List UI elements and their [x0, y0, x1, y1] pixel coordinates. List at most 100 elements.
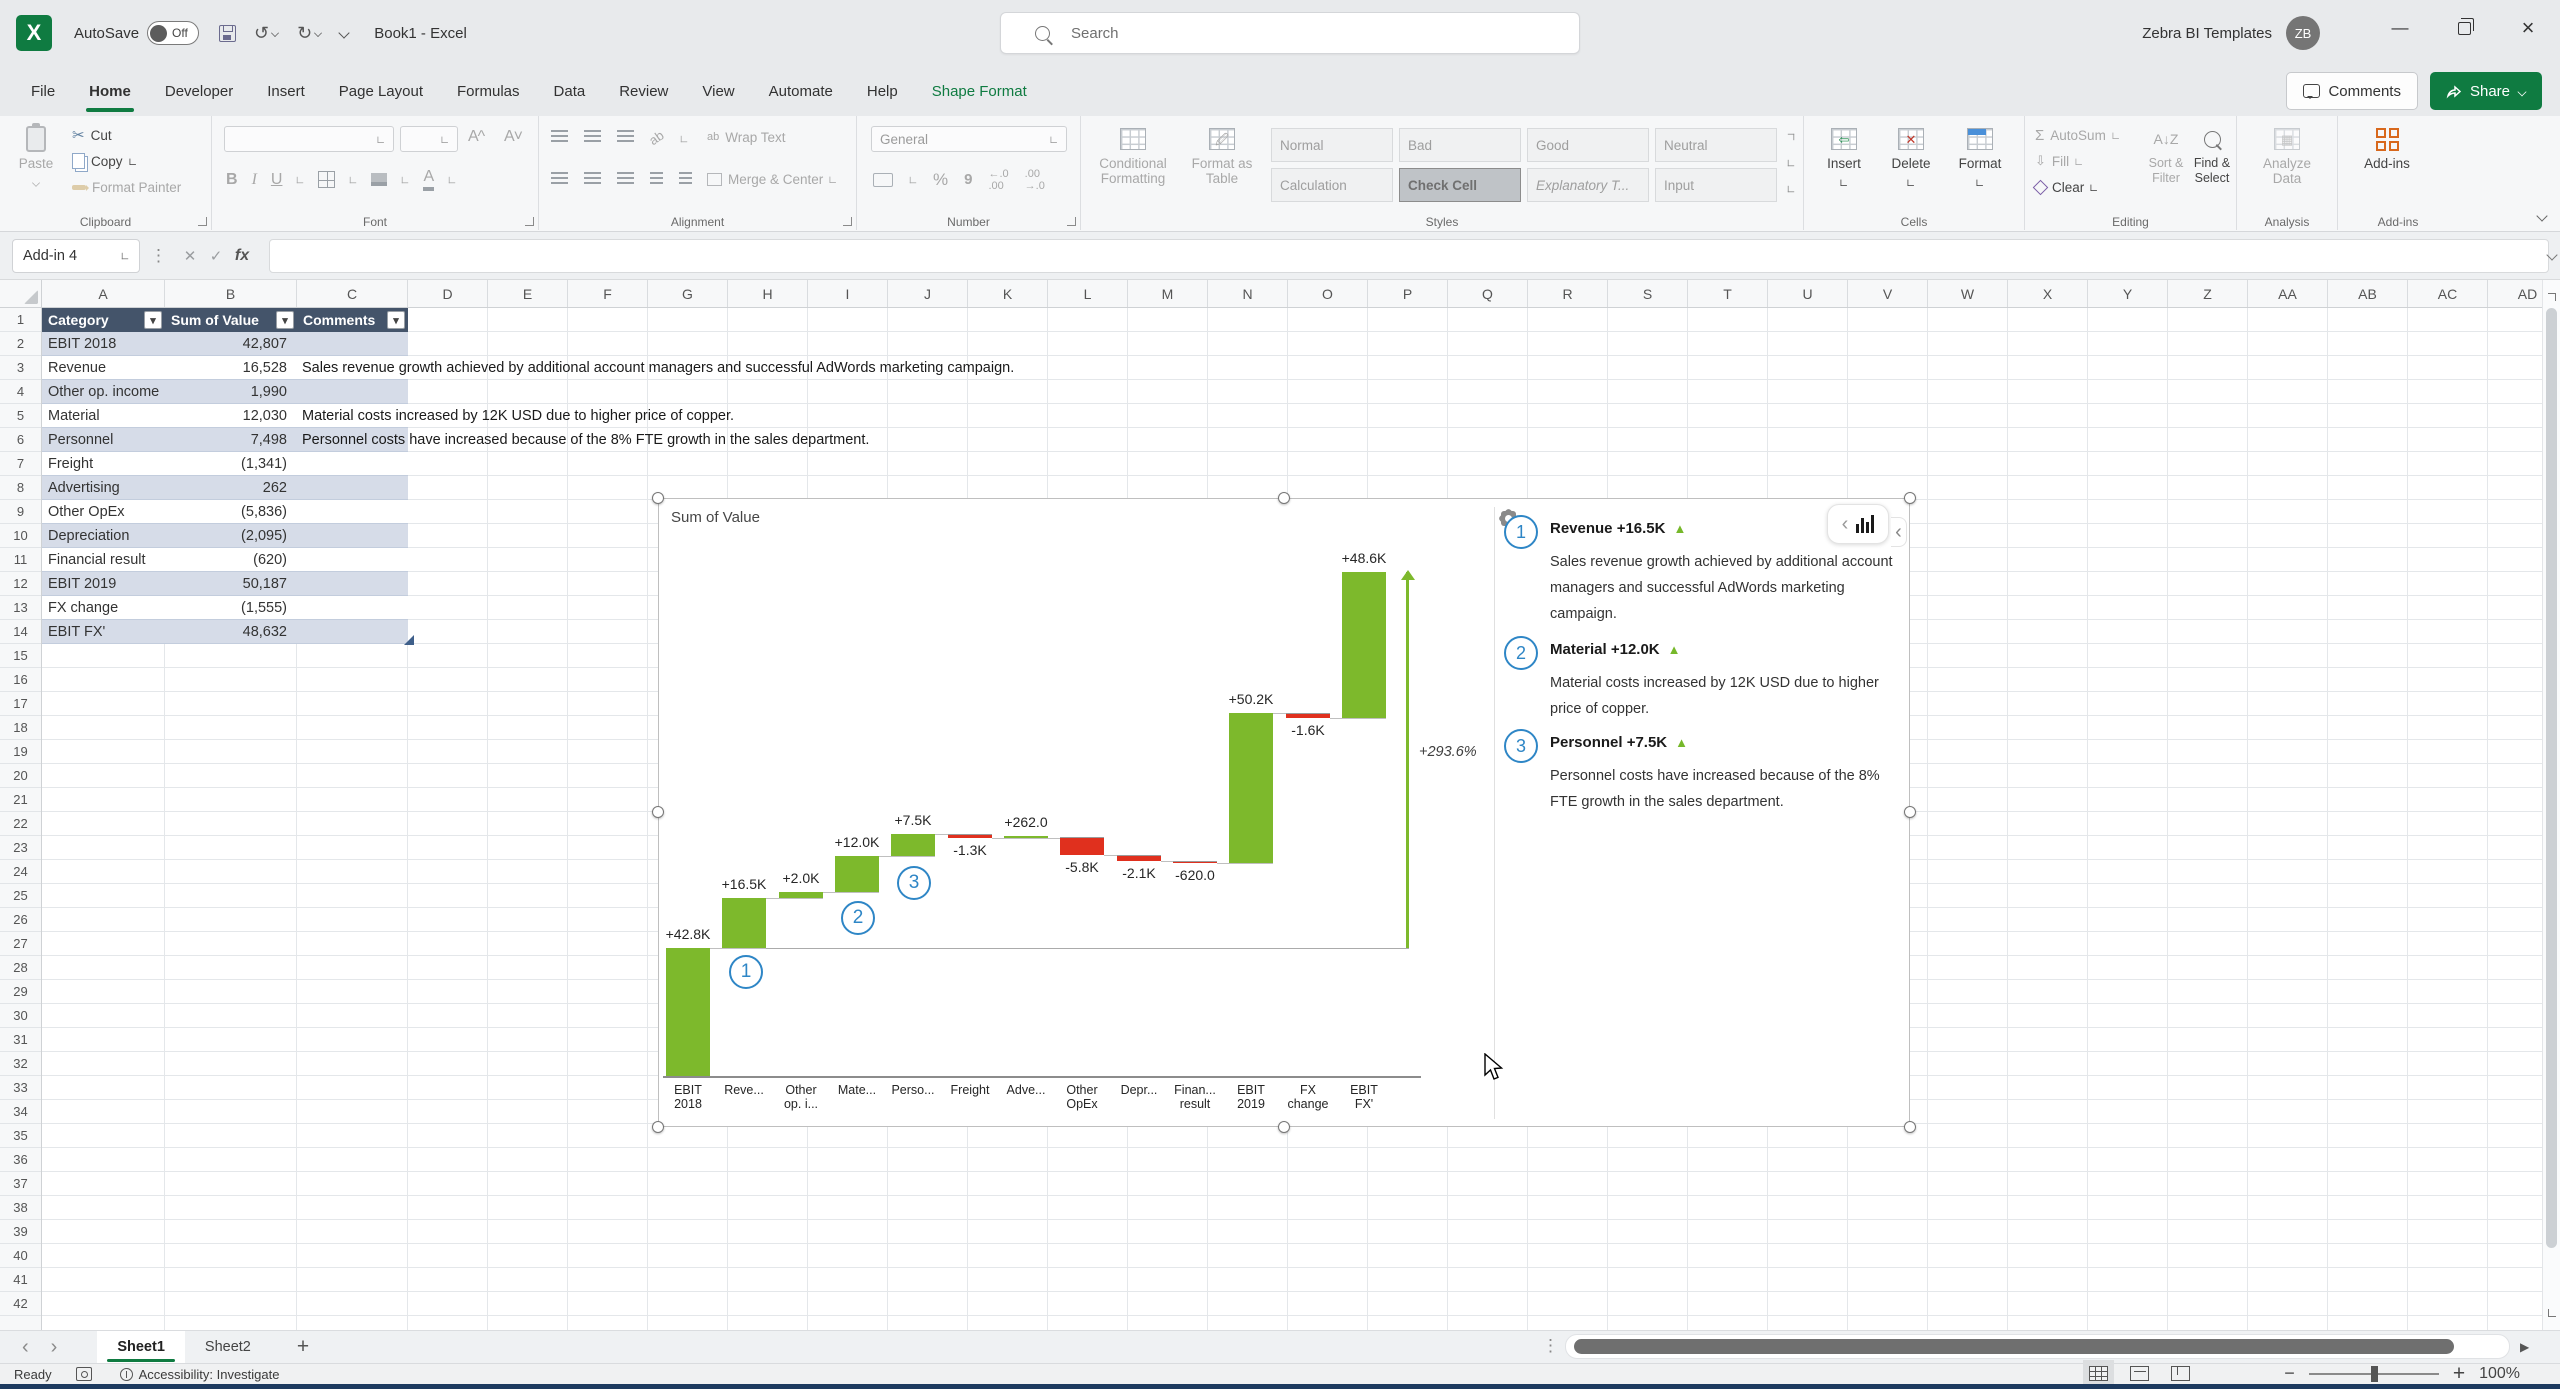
gallery-more-icon[interactable]: [1784, 182, 1799, 197]
row-header[interactable]: 20: [0, 764, 41, 788]
row-header[interactable]: 30: [0, 1004, 41, 1028]
row-header[interactable]: 31: [0, 1028, 41, 1052]
tab-insert[interactable]: Insert: [250, 66, 322, 116]
column-header[interactable]: J: [888, 280, 968, 307]
row-header[interactable]: 40: [0, 1244, 41, 1268]
undo-button[interactable]: [254, 23, 279, 44]
row-header[interactable]: 12: [0, 572, 41, 596]
collapse-ribbon-icon[interactable]: [2538, 207, 2546, 225]
column-header[interactable]: V: [1848, 280, 1928, 307]
row-header[interactable]: 5: [0, 404, 41, 428]
font-color-button[interactable]: A: [423, 168, 434, 191]
cut-button[interactable]: ✂Cut: [72, 122, 181, 148]
format-as-table-button[interactable]: 🖉 Format as Table: [1181, 118, 1263, 214]
row-header[interactable]: 3: [0, 356, 41, 380]
tab-home[interactable]: Home: [72, 66, 148, 116]
style-good[interactable]: Good: [1527, 128, 1649, 162]
close-button[interactable]: [2496, 0, 2560, 56]
scroll-down-icon[interactable]: [2543, 1304, 2560, 1322]
zoom-slider[interactable]: [2309, 1373, 2439, 1375]
sort-filter-button[interactable]: A↓Z Sort & Filter: [2143, 118, 2189, 214]
wrap-text-button[interactable]: abWrap Text: [707, 124, 786, 150]
row-header[interactable]: 38: [0, 1196, 41, 1220]
macro-record-icon[interactable]: [76, 1367, 92, 1381]
annotation-marker-3[interactable]: 3: [897, 866, 931, 900]
column-header[interactable]: F: [568, 280, 648, 307]
fill-button[interactable]: ⇩Fill: [2035, 148, 2120, 174]
sheet-tab-sheet1[interactable]: Sheet1: [97, 1331, 185, 1364]
align-middle-icon[interactable]: [584, 130, 601, 143]
style-input[interactable]: Input: [1655, 168, 1777, 202]
accessibility-status[interactable]: Accessibility: Investigate: [139, 1367, 280, 1382]
name-box[interactable]: Add-in 4: [12, 239, 140, 273]
dialog-launcher-icon[interactable]: [1067, 217, 1076, 226]
scroll-up-icon[interactable]: [2543, 288, 2560, 306]
row-header[interactable]: 29: [0, 980, 41, 1004]
annotation-marker-2[interactable]: 2: [841, 901, 875, 935]
search-input[interactable]: Search: [1000, 12, 1580, 54]
zoom-out-button[interactable]: [2284, 1363, 2295, 1384]
column-header[interactable]: P: [1368, 280, 1448, 307]
row-header[interactable]: 32: [0, 1052, 41, 1076]
bar-revenue[interactable]: [722, 898, 766, 948]
column-header[interactable]: X: [2008, 280, 2088, 307]
vertical-scrollbar[interactable]: [2542, 280, 2560, 1330]
merge-center-button[interactable]: Merge & Center: [707, 166, 837, 192]
restore-button[interactable]: [2432, 0, 2496, 56]
column-header[interactable]: Z: [2168, 280, 2248, 307]
zoom-level[interactable]: 100%: [2479, 1365, 2520, 1383]
tab-view[interactable]: View: [685, 66, 751, 116]
column-header[interactable]: D: [408, 280, 488, 307]
waterfall-chart[interactable]: Sum of Value +42.8K +16.5K +2: [658, 498, 1910, 1127]
column-header[interactable]: B: [165, 280, 297, 307]
row-header[interactable]: 14: [0, 620, 41, 644]
account-name[interactable]: Zebra BI Templates: [2142, 25, 2272, 42]
prev-sheet-icon[interactable]: [22, 1336, 29, 1359]
customize-quick-access-button[interactable]: [340, 24, 348, 42]
horizontal-scroll-thumb[interactable]: [1574, 1339, 2454, 1354]
bar-material[interactable]: [835, 856, 879, 892]
align-top-icon[interactable]: [551, 130, 568, 143]
table-header-value[interactable]: Sum of Value: [165, 308, 297, 332]
bar-personnel[interactable]: [891, 834, 935, 856]
row-header[interactable]: 9: [0, 500, 41, 524]
autosave-toggle[interactable]: Off: [147, 21, 199, 45]
column-header[interactable]: C: [297, 280, 408, 307]
column-header[interactable]: R: [1528, 280, 1608, 307]
table-resize-handle[interactable]: [404, 635, 414, 645]
column-header[interactable]: AC: [2408, 280, 2488, 307]
sheet-tab-sheet2[interactable]: Sheet2: [185, 1331, 271, 1364]
row-header[interactable]: 25: [0, 884, 41, 908]
dialog-launcher-icon[interactable]: [198, 217, 207, 226]
column-header[interactable]: L: [1048, 280, 1128, 307]
normal-view-button[interactable]: [2089, 1366, 2108, 1381]
row-header[interactable]: 35: [0, 1124, 41, 1148]
row-header[interactable]: 1: [0, 308, 41, 332]
row-header[interactable]: 10: [0, 524, 41, 548]
tab-shape-format[interactable]: Shape Format: [915, 66, 1044, 116]
column-header[interactable]: U: [1768, 280, 1848, 307]
column-header[interactable]: O: [1288, 280, 1368, 307]
column-header[interactable]: W: [1928, 280, 2008, 307]
tab-review[interactable]: Review: [602, 66, 685, 116]
formula-input[interactable]: [269, 239, 2549, 273]
align-right-icon[interactable]: [617, 172, 634, 185]
page-break-view-button[interactable]: [2171, 1366, 2190, 1381]
column-header[interactable]: I: [808, 280, 888, 307]
delete-cells-button[interactable]: ✕ Delete: [1878, 118, 1944, 214]
autosave-control[interactable]: AutoSave Off: [74, 21, 199, 45]
tab-data[interactable]: Data: [537, 66, 603, 116]
style-explanatory-text[interactable]: Explanatory T...: [1527, 168, 1649, 202]
row-header[interactable]: 15: [0, 644, 41, 668]
clear-button[interactable]: Clear: [2035, 174, 2120, 200]
percent-style-button[interactable]: [933, 170, 948, 190]
bold-button[interactable]: B: [226, 171, 238, 189]
bar-freight[interactable]: [948, 834, 992, 838]
share-button[interactable]: Share: [2430, 72, 2542, 110]
row-header[interactable]: 19: [0, 740, 41, 764]
addins-button[interactable]: Add-ins: [2352, 118, 2422, 214]
row-header[interactable]: 36: [0, 1148, 41, 1172]
table-header-category[interactable]: Category: [42, 308, 165, 332]
row-header[interactable]: 11: [0, 548, 41, 572]
annotation-marker-1[interactable]: 1: [729, 955, 763, 989]
